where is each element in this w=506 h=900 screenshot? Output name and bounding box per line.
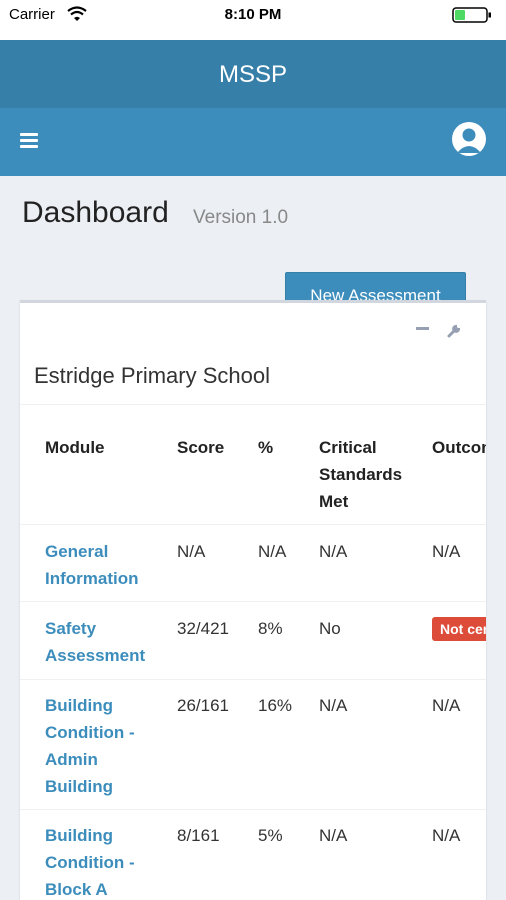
percent-cell: 5%: [258, 826, 283, 845]
box-divider: [20, 404, 486, 405]
wrench-icon[interactable]: [446, 321, 464, 339]
header-module: Module: [45, 438, 105, 457]
module-link-admin-line-1[interactable]: Building: [45, 692, 113, 719]
row-divider: [20, 679, 486, 680]
status-time: 8:10 PM: [224, 6, 282, 23]
module-link-general-line-2[interactable]: Information: [45, 565, 139, 592]
critical-cell: N/A: [319, 696, 348, 715]
module-link-block-a-line-3[interactable]: Block A: [45, 876, 108, 900]
row-divider: [20, 601, 486, 602]
hamburger-menu-icon[interactable]: [20, 133, 38, 149]
module-link-safety-line-2[interactable]: Assessment: [45, 642, 145, 669]
header-critical-line-3: Met: [319, 492, 349, 511]
score-cell: 8/161: [177, 826, 220, 845]
score-cell: N/A: [177, 542, 206, 561]
critical-cell: N/A: [319, 826, 348, 845]
outcome-status-badge: Not certified: [432, 617, 486, 641]
outcome-cell: N/A: [432, 542, 461, 561]
critical-cell: N/A: [319, 542, 348, 561]
battery-icon: [452, 7, 491, 23]
score-cell: 32/421: [177, 619, 229, 638]
module-link-admin-line-2[interactable]: Condition -: [45, 719, 135, 746]
score-cell: 26/161: [177, 696, 229, 715]
header-outcome: Outcome: [432, 438, 486, 457]
header-critical-line-2: Standards: [319, 465, 403, 484]
critical-cell: No: [319, 619, 341, 638]
box-title: Estridge Primary School: [34, 363, 270, 388]
module-link-general-line-1[interactable]: General: [45, 538, 108, 565]
school-box: Estridge Primary School Module Score % C…: [20, 300, 486, 900]
module-link-safety-line-1[interactable]: Safety: [45, 615, 96, 642]
user-avatar-icon[interactable]: [452, 122, 486, 156]
navbar: [0, 108, 506, 176]
collapse-icon[interactable]: [416, 327, 429, 330]
module-link-admin-line-3[interactable]: Admin: [45, 746, 98, 773]
percent-cell: 8%: [258, 619, 283, 638]
module-link-block-a-line-2[interactable]: Condition -: [45, 849, 135, 876]
module-link-block-a-line-1[interactable]: Building: [45, 822, 113, 849]
module-link-admin-line-4[interactable]: Building: [45, 773, 113, 800]
page-title: Dashboard: [22, 196, 169, 229]
header-critical-line-1: Critical: [319, 438, 377, 457]
header-percent: %: [258, 438, 274, 457]
status-bar: Carrier 8:10 PM: [0, 0, 506, 40]
app-header: MSSP: [0, 40, 506, 108]
percent-cell: N/A: [258, 542, 287, 561]
outcome-cell: N/A: [432, 826, 461, 845]
header-score: Score: [177, 438, 225, 457]
page-subtitle: Version 1.0: [193, 207, 289, 228]
outcome-cell: N/A: [432, 696, 461, 715]
row-divider: [20, 524, 486, 525]
app-title: MSSP: [218, 61, 287, 88]
row-divider: [20, 809, 486, 810]
percent-cell: 16%: [258, 696, 293, 715]
